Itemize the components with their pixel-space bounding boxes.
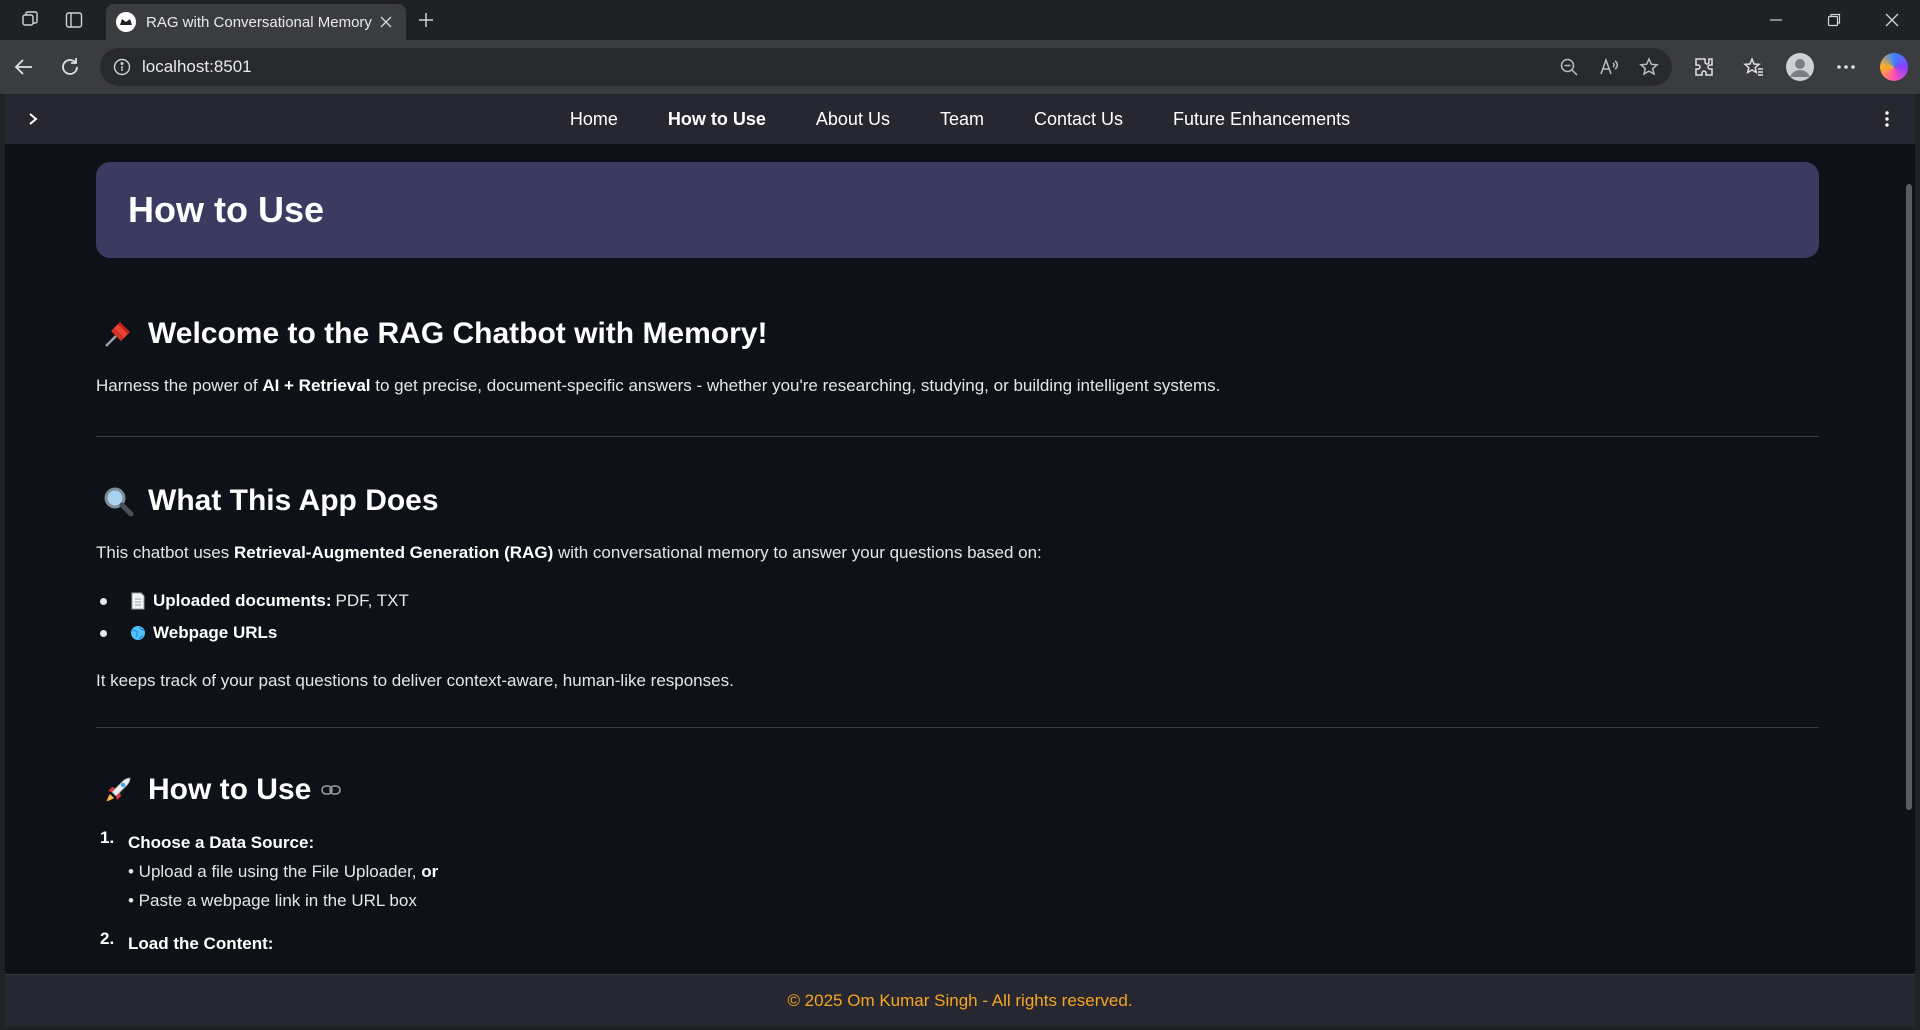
howto-heading-text: How to Use (148, 773, 312, 806)
magnifying-glass-icon (100, 483, 136, 519)
more-options-icon[interactable] (1832, 53, 1860, 81)
bullet-dot (100, 597, 107, 605)
step-line-bold: or (421, 862, 439, 881)
list-item: Uploaded documents: PDF, TXT (96, 585, 1819, 617)
read-aloud-icon[interactable] (1598, 56, 1620, 78)
workspaces-icon[interactable] (18, 8, 42, 32)
data-source-list: Uploaded documents: PDF, TXT Webpage URL… (96, 585, 1819, 649)
favorite-star-icon[interactable] (1638, 56, 1660, 78)
step-line: • Upload a file using the File Uploader,… (128, 857, 438, 886)
nav-link-team[interactable]: Team (915, 109, 1009, 130)
app-menu-icon[interactable] (1875, 107, 1899, 131)
list-item: 2. Load the Content: (96, 929, 1819, 958)
page-viewport: Home How to Use About Us Team Contact Us… (5, 94, 1915, 1026)
nav-link-future-enhancements[interactable]: Future Enhancements (1148, 109, 1375, 130)
step-number: 2. (100, 929, 115, 948)
browser-toolbar: localhost:8501 (0, 40, 1920, 94)
minimize-icon[interactable] (1764, 8, 1788, 32)
nav-link-how-to-use[interactable]: How to Use (643, 109, 791, 130)
welcome-paragraph: Harness the power of AI + Retrieval to g… (96, 374, 1819, 398)
close-window-icon[interactable] (1880, 8, 1904, 32)
address-bar[interactable]: localhost:8501 (100, 48, 1672, 86)
welcome-text-pre: Harness the power of (96, 376, 263, 395)
profile-avatar[interactable] (1786, 53, 1814, 81)
step-line: • Paste a webpage link in the URL box (128, 891, 417, 910)
new-tab-icon[interactable] (414, 8, 438, 32)
bullet-text: PDF, TXT (335, 591, 409, 610)
welcome-text-bold: AI + Retrieval (262, 376, 371, 395)
page-scrollbar[interactable] (1906, 184, 1912, 810)
zoom-out-icon[interactable] (1558, 56, 1580, 78)
welcome-text-post: to get precise, document-specific answer… (370, 376, 1221, 395)
what-paragraph: This chatbot uses Retrieval-Augmented Ge… (96, 541, 1819, 565)
tab-title: RAG with Conversational Memory (146, 13, 372, 31)
what-heading-text: What This App Does (148, 484, 439, 517)
step-number: 1. (100, 828, 115, 847)
step-title: Choose a Data Source: (128, 833, 315, 852)
nav-link-contact-us[interactable]: Contact Us (1009, 109, 1148, 130)
favorites-icon[interactable] (1740, 53, 1768, 81)
streamlit-favicon-icon (116, 12, 136, 32)
anchor-link-icon[interactable] (321, 784, 342, 796)
list-item: Webpage URLs (96, 617, 1819, 649)
page-title: How to Use (128, 189, 325, 230)
welcome-heading: Welcome to the RAG Chatbot with Memory! (96, 316, 1819, 352)
top-navigation-bar: Home How to Use About Us Team Contact Us… (5, 94, 1915, 144)
list-item: 1. Choose a Data Source: • Upload a file… (96, 828, 1819, 915)
close-tab-icon[interactable] (376, 12, 396, 32)
footer-copyright: © 2025 Om Kumar Singh - All rights reser… (787, 990, 1133, 1010)
section-divider (96, 727, 1819, 728)
sidebar-expand-chevron-icon[interactable] (21, 107, 45, 131)
what-text-post: with conversational memory to answer you… (553, 543, 1042, 562)
footer: © 2025 Om Kumar Singh - All rights reser… (5, 974, 1915, 1026)
extensions-icon[interactable] (1690, 53, 1718, 81)
globe-icon (129, 624, 147, 642)
site-info-icon[interactable] (112, 57, 132, 77)
refresh-icon[interactable] (56, 53, 84, 81)
url-text[interactable]: localhost:8501 (142, 57, 1558, 77)
pushpin-icon (100, 316, 136, 352)
step-title: Load the Content: (128, 934, 274, 953)
nav-links: Home How to Use About Us Team Contact Us… (545, 109, 1375, 130)
copilot-icon[interactable] (1880, 53, 1908, 81)
steps-list: 1. Choose a Data Source: • Upload a file… (96, 828, 1819, 958)
closing-paragraph: It keeps track of your past questions to… (96, 671, 734, 690)
bullet-bold-text: Webpage URLs (153, 623, 278, 642)
step-line-text: • Upload a file using the File Uploader, (128, 862, 422, 881)
bullet-dot (100, 629, 107, 637)
nav-link-about-us[interactable]: About Us (791, 109, 915, 130)
main-content: How to Use Welcome to the RAG Chatbot wi… (96, 162, 1819, 972)
back-icon[interactable] (10, 53, 38, 81)
what-heading: What This App Does (96, 483, 1819, 519)
section-divider (96, 436, 1819, 437)
howto-heading: How to Use (96, 772, 1819, 808)
nav-link-home[interactable]: Home (545, 109, 643, 130)
welcome-heading-text: Welcome to the RAG Chatbot with Memory! (148, 317, 768, 350)
vertical-tabs-icon[interactable] (62, 8, 86, 32)
what-text-pre: This chatbot uses (96, 543, 234, 562)
browser-tabbar: RAG with Conversational Memory (0, 0, 1920, 40)
document-icon (129, 592, 147, 610)
bullet-bold-text: Uploaded documents: (153, 591, 332, 610)
rocket-icon (100, 772, 136, 808)
what-text-bold: Retrieval-Augmented Generation (RAG) (233, 543, 554, 562)
tab-active[interactable]: RAG with Conversational Memory (106, 4, 406, 40)
restore-icon[interactable] (1822, 8, 1846, 32)
page-title-banner: How to Use (96, 162, 1819, 258)
